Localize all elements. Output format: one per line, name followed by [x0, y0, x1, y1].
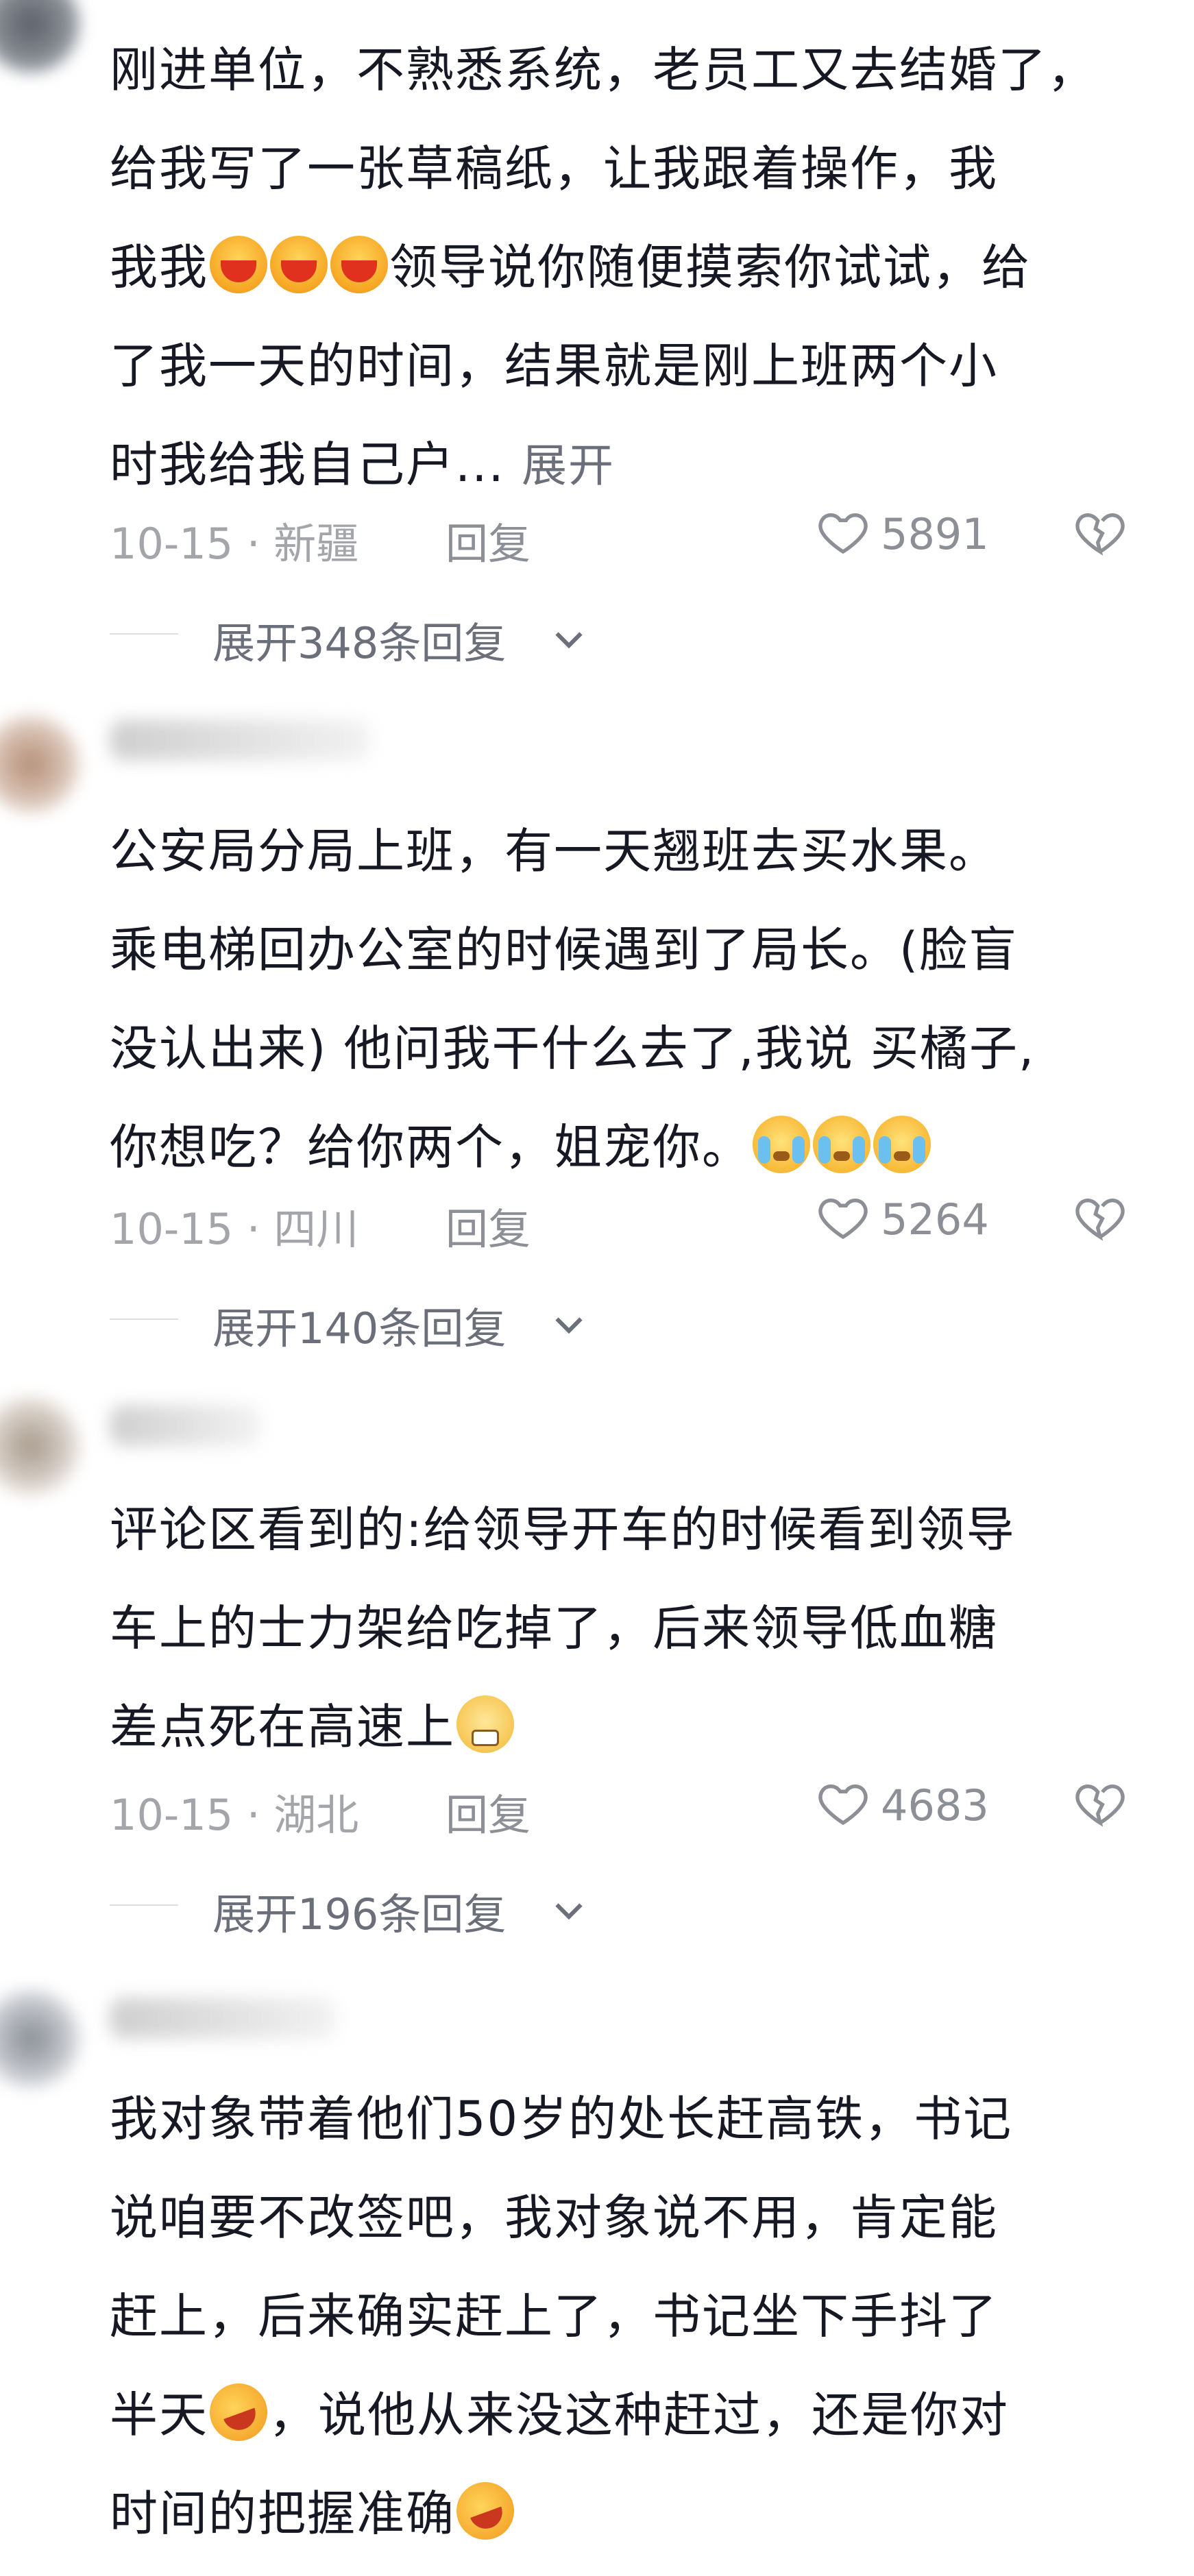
heart-outline-icon[interactable] [816, 1775, 870, 1830]
heart-outline-icon[interactable] [816, 1189, 870, 1244]
comment-meta: 10-15 · 湖北 回复 4683 [110, 1768, 1165, 1840]
chevron-down-icon [555, 1903, 583, 1920]
expand-replies-button[interactable]: 展开140条回复 [110, 1288, 727, 1353]
date-location: 10-15 · 新疆 [110, 519, 359, 569]
expand-text-link[interactable]: 展开 [522, 439, 615, 492]
broken-heart-icon[interactable] [1073, 1189, 1128, 1244]
comment-meta: 10-15 · 四川 回复 5264 [110, 1182, 1165, 1254]
username[interactable] [110, 720, 370, 761]
date-location: 10-15 · 湖北 [110, 1790, 359, 1840]
username[interactable] [110, 1405, 260, 1446]
crying-laugh-emoji-icon [873, 1116, 931, 1173]
rolling-laugh-emoji-icon [448, 2474, 522, 2548]
comment-meta: 10-15 · 新疆 回复 5891 [110, 497, 1165, 569]
crying-laugh-emoji-icon [813, 1116, 870, 1173]
reply-button[interactable]: 回复 [446, 1780, 531, 1842]
divider [110, 633, 178, 635]
reply-button[interactable]: 回复 [446, 509, 531, 571]
heart-outline-icon[interactable] [816, 504, 870, 559]
reply-button[interactable]: 回复 [446, 1194, 531, 1256]
like-count: 5891 [881, 509, 989, 559]
avatar[interactable] [0, 713, 82, 815]
avatar[interactable] [0, 0, 82, 75]
like-count: 5264 [881, 1194, 989, 1244]
divider [110, 1318, 178, 1320]
laughing-emoji-icon [210, 236, 267, 293]
date-location: 10-15 · 四川 [110, 1204, 359, 1254]
grimace-emoji-icon [456, 1695, 514, 1753]
chevron-down-icon [555, 632, 583, 649]
broken-heart-icon[interactable] [1073, 504, 1128, 559]
avatar[interactable] [0, 1987, 82, 2090]
broken-heart-icon[interactable] [1073, 1775, 1128, 1830]
avatar[interactable] [0, 1395, 82, 1497]
laughing-emoji-icon [270, 236, 328, 293]
expand-replies-button[interactable]: 展开348条回复 [110, 603, 727, 668]
comment-text: 刚进单位，不熟悉系统，老员工又去结婚了， 给我写了一张草稿纸，让我跟着操作，我 … [110, 42, 1097, 493]
expand-replies-button[interactable]: 展开196条回复 [110, 1874, 727, 1939]
chevron-down-icon [555, 1317, 583, 1334]
username[interactable] [110, 1998, 336, 2039]
rolling-laugh-emoji-icon [202, 2375, 276, 2449]
crying-laugh-emoji-icon [753, 1116, 810, 1173]
laughing-emoji-icon [330, 236, 388, 293]
comment-text: 公安局分局上班，有一天翘班去买水果。 乘电梯回办公室的时候遇到了局长。(脸盲 没… [110, 823, 1036, 1175]
comment-text: 评论区看到的:给领导开车的时候看到领导 车上的士力架给吃掉了，后来领导低血糖 差… [110, 1501, 1016, 1755]
divider [110, 1904, 178, 1906]
comment-text: 我对象带着他们50岁的处长赶高铁，书记 说咱要不改签吧，我对象说不用，肯定能 赶… [110, 2070, 1165, 2563]
like-count: 4683 [881, 1780, 989, 1830]
